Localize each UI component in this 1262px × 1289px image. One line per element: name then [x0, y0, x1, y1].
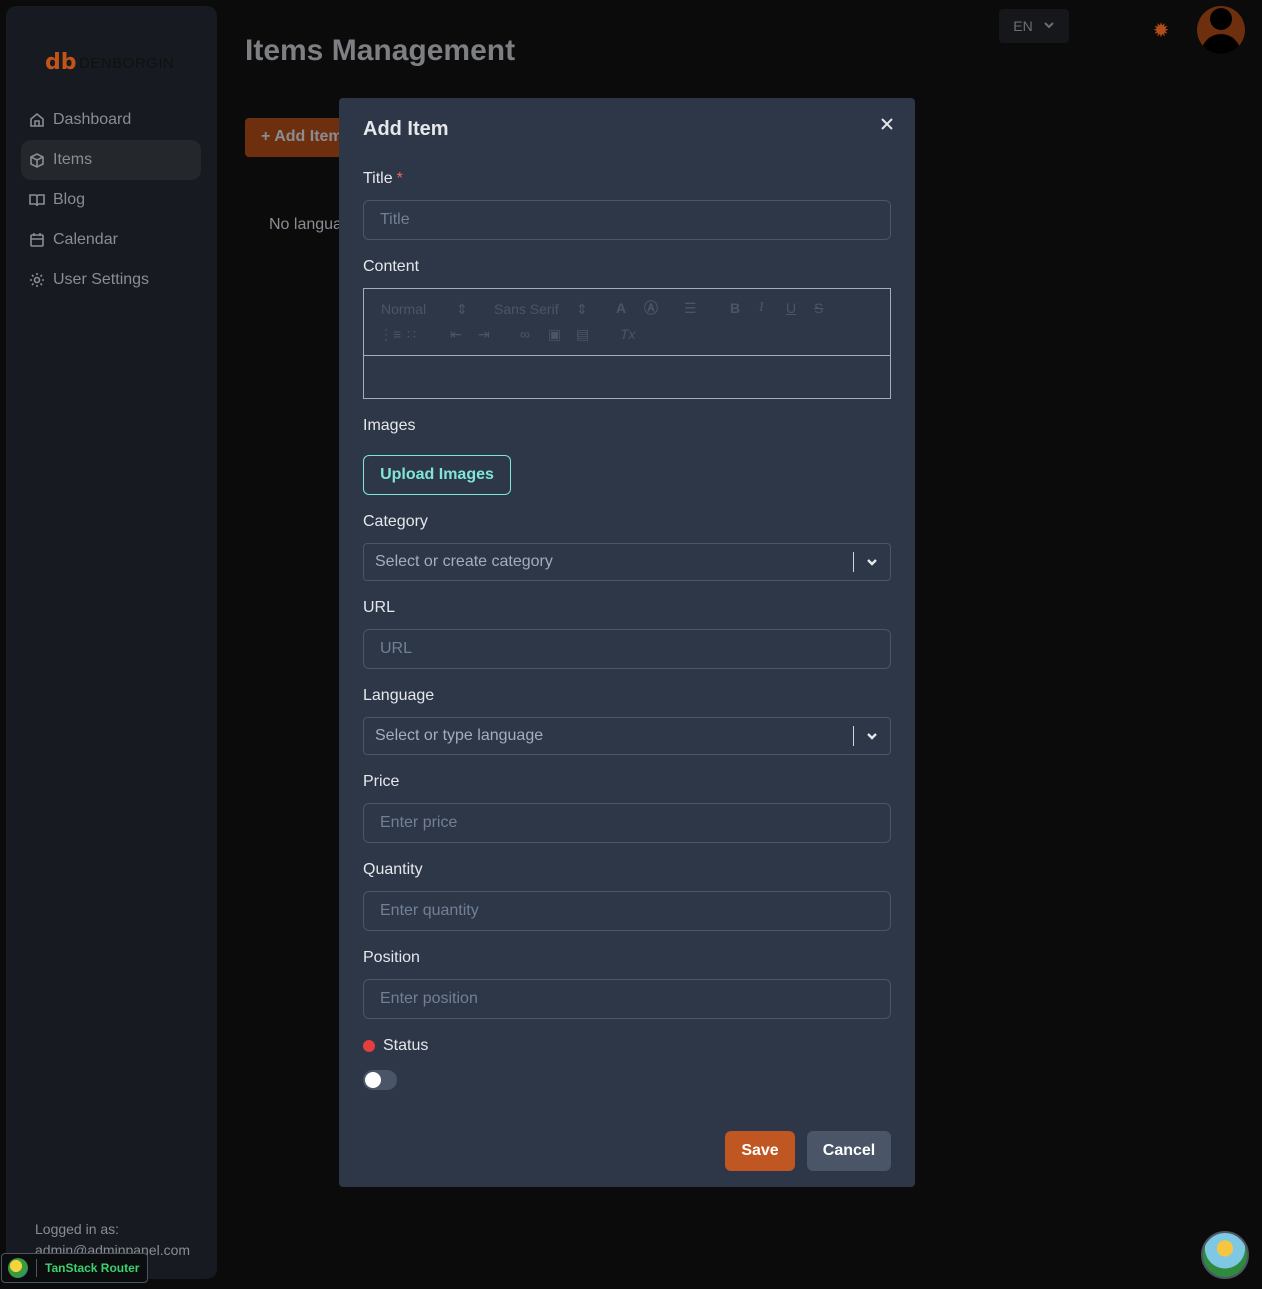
tanstack-router-devtools[interactable]: TanStack Router [1, 1253, 149, 1283]
required-marker: * [396, 170, 403, 187]
save-button[interactable]: Save [725, 1131, 795, 1171]
sidebar-item-label: User Settings [53, 271, 150, 288]
language-field-select[interactable]: Select or type language [363, 717, 891, 755]
images-label: Images [363, 417, 416, 434]
brand-name: DENBORGIN [79, 54, 175, 72]
title-label: Title * [363, 170, 403, 188]
sidebar-item-items[interactable]: Items [21, 140, 201, 180]
position-label: Position [363, 949, 420, 966]
ordered-list-icon[interactable]: ⋮≡ [379, 326, 401, 342]
add-item-modal: Add Item Title* Content Normal ⇕ Sans Se… [339, 98, 915, 1187]
font-family-chevron-icon: ⇕ [576, 301, 588, 317]
outdent-icon[interactable]: ⇤ [450, 326, 462, 342]
language-value: EN [1013, 18, 1033, 34]
quantity-label: Quantity [363, 861, 423, 878]
tanstack-query-devtools-icon[interactable] [1201, 1231, 1249, 1279]
language-label: Language [363, 687, 435, 704]
font-size-select[interactable]: Normal [381, 301, 426, 317]
avatar-head [1210, 8, 1232, 30]
status-toggle[interactable] [363, 1070, 397, 1090]
language-select[interactable]: EN [999, 9, 1069, 43]
sidebar-item-user-settings[interactable]: User Settings [21, 260, 201, 300]
clear-format-icon[interactable]: Tx [620, 326, 636, 342]
underline-icon[interactable]: U [786, 300, 796, 316]
sidebar-item-label: Blog [53, 191, 86, 208]
calendar-icon [29, 232, 45, 248]
gear-icon [29, 272, 45, 288]
title-label-text: Title [363, 170, 393, 187]
price-label: Price [363, 773, 400, 790]
editor-body[interactable] [364, 356, 890, 398]
background-color-icon[interactable]: Ⓐ [644, 300, 658, 316]
strike-icon[interactable]: S [814, 300, 823, 316]
modal-title: Add Item [363, 118, 449, 140]
sidebar-item-label: Calendar [53, 231, 118, 248]
sidebar-nav: Dashboard Items Blog Calendar User Setti… [21, 100, 201, 300]
cancel-button[interactable]: Cancel [807, 1131, 891, 1171]
chevron-down-icon[interactable] [854, 555, 890, 569]
link-icon[interactable]: ∞ [520, 326, 530, 342]
upload-images-button[interactable]: Upload Images [363, 455, 511, 495]
bullet-list-icon[interactable]: ∷ [407, 326, 416, 342]
editor-toolbar: Normal ⇕ Sans Serif ⇕ A Ⓐ ☰ B I U S ⋮≡ ∷… [364, 289, 890, 356]
quantity-input[interactable] [363, 891, 891, 931]
price-input[interactable] [363, 803, 891, 843]
tanstack-label: TanStack Router [45, 1261, 140, 1275]
avatar[interactable] [1197, 6, 1245, 54]
rich-text-editor: Normal ⇕ Sans Serif ⇕ A Ⓐ ☰ B I U S ⋮≡ ∷… [363, 288, 891, 399]
box-icon [29, 152, 45, 168]
sidebar-item-label: Dashboard [53, 111, 132, 128]
position-input[interactable] [363, 979, 891, 1019]
video-icon[interactable]: ▤ [576, 326, 589, 342]
sidebar-item-blog[interactable]: Blog [21, 180, 201, 220]
close-icon[interactable] [875, 112, 899, 136]
title-input[interactable] [363, 200, 891, 240]
font-size-chevron-icon: ⇕ [456, 301, 468, 317]
align-icon[interactable]: ☰ [684, 300, 697, 316]
logo-icon: db [45, 50, 77, 75]
url-input[interactable] [363, 629, 891, 669]
chevron-down-icon[interactable] [854, 729, 890, 743]
bold-icon[interactable]: B [730, 300, 740, 316]
logged-in-label: Logged in as: [35, 1221, 120, 1237]
sidebar-item-label: Items [53, 151, 93, 168]
status-indicator [363, 1040, 375, 1052]
indent-icon[interactable]: ⇥ [478, 326, 490, 342]
status-label: Status [383, 1037, 429, 1054]
image-icon[interactable]: ▣ [548, 326, 561, 342]
content-label: Content [363, 258, 420, 275]
home-icon [29, 112, 45, 128]
sidebar: db DENBORGIN Dashboard Items Blog Calend… [6, 6, 217, 1279]
book-icon [29, 192, 45, 208]
url-label: URL [363, 599, 396, 616]
text-color-icon[interactable]: A [616, 300, 626, 316]
category-label: Category [363, 513, 428, 530]
avatar-body [1201, 34, 1241, 54]
toggle-knob [365, 1072, 381, 1088]
sidebar-item-dashboard[interactable]: Dashboard [21, 100, 201, 140]
tanstack-logo-icon [8, 1258, 28, 1278]
page-title: Items Management [245, 34, 516, 67]
category-placeholder: Select or create category [375, 553, 553, 570]
category-select[interactable]: Select or create category [363, 543, 891, 581]
language-placeholder: Select or type language [375, 727, 544, 744]
sun-icon[interactable]: ✹ [1150, 20, 1172, 42]
divider [36, 1259, 37, 1277]
brand-logo[interactable]: db DENBORGIN [45, 52, 174, 74]
font-family-select[interactable]: Sans Serif [494, 301, 559, 317]
chevron-down-icon [1043, 18, 1055, 34]
italic-icon[interactable]: I [759, 300, 764, 316]
sidebar-item-calendar[interactable]: Calendar [21, 220, 201, 260]
